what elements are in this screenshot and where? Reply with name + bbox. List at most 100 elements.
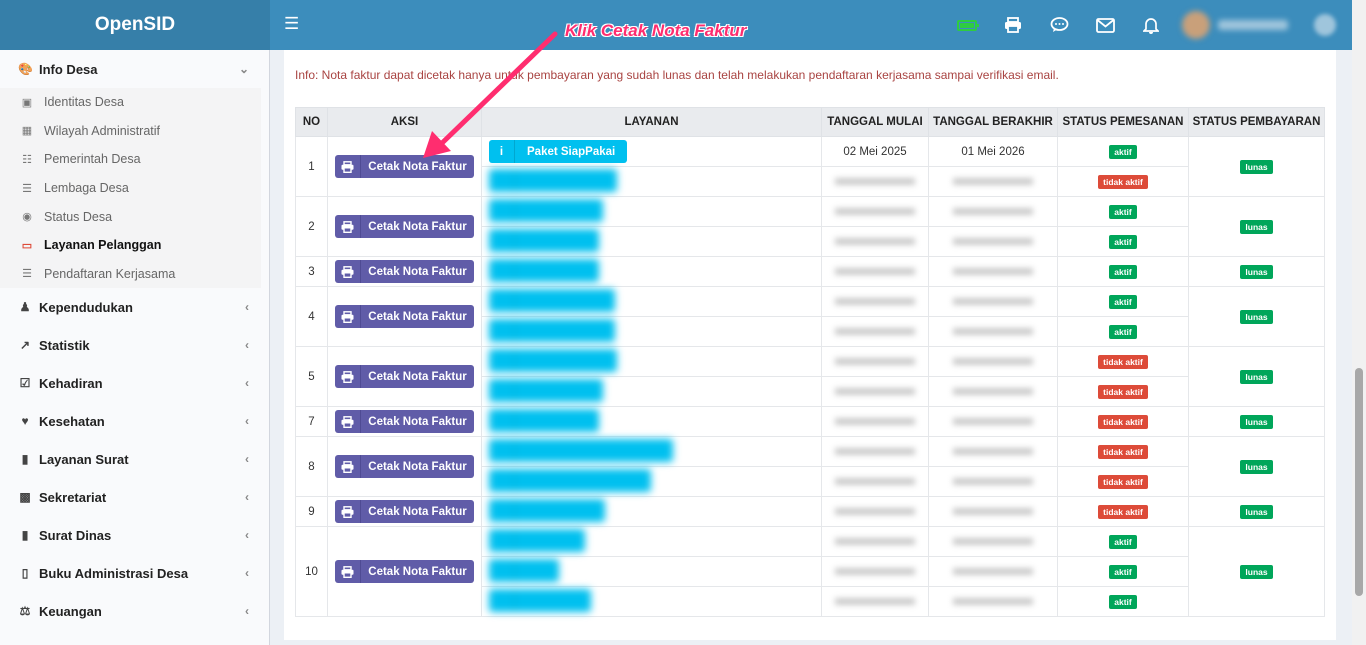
layanan-button[interactable]: [489, 588, 591, 612]
table-row: 3 Cetak Nota Faktur aktif lunas: [295, 256, 1325, 287]
sidebar-item-label: Surat Dinas: [39, 527, 112, 543]
sidebar-item-label: Kependudukan: [39, 299, 133, 315]
sidebar-item-label: Pendaftaran Kerjasama: [44, 266, 176, 281]
sidebar-item-info-desa[interactable]: 🎨 Info Desa ⌄: [0, 50, 269, 88]
layanan-button[interactable]: [489, 498, 605, 522]
cetak-nota-faktur-button[interactable]: Cetak Nota Faktur: [335, 260, 474, 283]
cetak-nota-faktur-button[interactable]: Cetak Nota Faktur: [335, 560, 474, 583]
printer-icon[interactable]: [990, 0, 1036, 50]
status-pemesanan-cell: aktif: [1057, 196, 1189, 227]
row-number: 5: [295, 346, 328, 407]
id-card-icon: ▣: [21, 96, 33, 109]
tanggal-berakhir: [928, 226, 1058, 257]
sidebar-item-label: Lembaga Desa: [44, 181, 129, 196]
status-badge: aktif: [1109, 564, 1137, 579]
cetak-nota-faktur-button[interactable]: Cetak Nota Faktur: [335, 305, 474, 328]
layanan-button[interactable]: [489, 348, 617, 372]
battery-icon[interactable]: [944, 0, 990, 50]
table-body: 1 Cetak Nota Faktur i Paket SiapPakai 02 Mei…: [295, 136, 1325, 617]
sidebar-item-label: Kehadiran: [39, 375, 103, 391]
sidebar-item-wilayah-administratif[interactable]: ▦ Wilayah Administratif: [0, 117, 261, 146]
chevron-left-icon: ‹: [245, 300, 249, 315]
chevron-down-icon: ⌄: [238, 62, 249, 76]
row-number: 4: [295, 286, 328, 347]
layanan-cell: [481, 466, 822, 497]
sidebar-item-lembaga-desa[interactable]: ☰ Lembaga Desa: [0, 174, 261, 203]
info-message: Info: Nota faktur dapat dicetak hanya un…: [295, 68, 1059, 82]
layanan-table: NO AKSI LAYANAN TANGGAL MULAI TANGGAL BE…: [295, 107, 1325, 617]
layanan-button[interactable]: [489, 318, 615, 342]
cetak-nota-faktur-button[interactable]: Cetak Nota Faktur: [335, 455, 474, 478]
cetak-nota-faktur-button[interactable]: Cetak Nota Faktur: [335, 410, 474, 433]
button-label: Cetak Nota Faktur: [368, 460, 467, 473]
status-badge: tidak aktif: [1098, 444, 1148, 459]
layanan-button[interactable]: [489, 468, 651, 492]
payment-badge: lunas: [1240, 369, 1273, 384]
status-badge: tidak aktif: [1098, 474, 1148, 489]
layanan-button[interactable]: [489, 558, 559, 582]
envelope-icon[interactable]: [1082, 0, 1128, 50]
sidebar-item-statistik[interactable]: ↗ Statistik ‹: [0, 326, 269, 364]
info-icon: [489, 318, 515, 342]
sidebar-item-surat-dinas[interactable]: ▮ Surat Dinas ‹: [0, 516, 269, 554]
layanan-button[interactable]: [489, 438, 673, 462]
sidebar-item-pendaftaran-kerjasama[interactable]: ☰ Pendaftaran Kerjasama: [0, 260, 261, 289]
info-icon: [489, 438, 515, 462]
cetak-nota-faktur-button[interactable]: Cetak Nota Faktur: [335, 215, 474, 238]
balance-scale-icon: ⚖: [19, 604, 31, 619]
sidebar-item-pemerintah-desa[interactable]: ☷ Pemerintah Desa: [0, 145, 261, 174]
cetak-nota-faktur-button[interactable]: Cetak Nota Faktur: [335, 155, 474, 178]
layanan-button[interactable]: [489, 258, 599, 282]
cetak-nota-faktur-button[interactable]: Cetak Nota Faktur: [335, 365, 474, 388]
status-badge: aktif: [1109, 264, 1137, 279]
sidebar-item-identitas-desa[interactable]: ▣ Identitas Desa: [0, 88, 261, 117]
chevron-left-icon: ‹: [245, 566, 249, 581]
bars-icon[interactable]: ☰: [284, 14, 299, 34]
sidebar-item-kehadiran[interactable]: ☑ Kehadiran ‹: [0, 364, 269, 402]
chat-icon[interactable]: [1036, 0, 1082, 50]
layanan-button[interactable]: [489, 378, 603, 402]
bell-icon[interactable]: [1128, 0, 1174, 50]
tanggal-mulai: [821, 466, 929, 497]
status-pemesanan-cell: aktif: [1057, 136, 1189, 167]
sidebar-item-layanan-pelanggan[interactable]: ▭ Layanan Pelanggan: [0, 231, 261, 260]
layanan-button[interactable]: [489, 528, 585, 552]
sidebar-item-layanan-surat[interactable]: ▮ Layanan Surat ‹: [0, 440, 269, 478]
printer-icon: [335, 305, 361, 328]
tanggal-mulai: [821, 196, 929, 227]
brand-logo[interactable]: OpenSID: [0, 0, 270, 50]
layanan-button[interactable]: [489, 228, 599, 252]
sidebar-item-label: Statistik: [39, 337, 90, 353]
layanan-button[interactable]: [489, 288, 615, 312]
table-row: 10 Cetak Nota Faktur aktif lunas: [295, 526, 1325, 617]
file-icon: ▯: [21, 566, 29, 581]
button-label: Cetak Nota Faktur: [368, 220, 467, 233]
scrollbar[interactable]: [1352, 0, 1366, 645]
button-label: Cetak Nota Faktur: [368, 160, 467, 173]
sidebar-item-kependudukan[interactable]: ♟ Kependudukan ‹: [0, 288, 269, 326]
layanan-cell: [481, 586, 822, 617]
layanan-cell: [481, 556, 822, 587]
row-number: 1: [295, 136, 328, 197]
user-menu[interactable]: [1174, 0, 1304, 50]
scrollbar-thumb[interactable]: [1355, 368, 1363, 596]
sidebar-item-sekretariat[interactable]: ▩ Sekretariat ‹: [0, 478, 269, 516]
sidebar-item-status-desa[interactable]: ◉ Status Desa: [0, 202, 261, 231]
table-row: 2 Cetak Nota Faktur aktif lunas: [295, 196, 1325, 257]
status-badge: aktif: [1109, 534, 1137, 549]
status-pemesanan-cell: aktif: [1057, 526, 1189, 557]
info-icon: i: [489, 140, 515, 163]
payment-badge: lunas: [1240, 564, 1273, 579]
sidebar-item-buku-administrasi-desa[interactable]: ▯ Buku Administrasi Desa ‹: [0, 554, 269, 592]
layanan-button[interactable]: i Paket SiapPakai: [489, 140, 628, 163]
table-row: 7 Cetak Nota Faktur tidak aktif lunas: [295, 406, 1325, 437]
layanan-button[interactable]: [489, 198, 603, 222]
tanggal-mulai: [821, 556, 929, 587]
layanan-button[interactable]: [489, 168, 617, 192]
sidebar-item-label: Layanan Surat: [39, 451, 129, 467]
cetak-nota-faktur-button[interactable]: Cetak Nota Faktur: [335, 500, 474, 523]
layanan-button[interactable]: [489, 408, 599, 432]
sidebar-item-keuangan[interactable]: ⚖ Keuangan ‹: [0, 592, 269, 630]
sidebar-item-kesehatan[interactable]: ♥ Kesehatan ‹: [0, 402, 269, 440]
gear-icon[interactable]: [1314, 14, 1336, 36]
